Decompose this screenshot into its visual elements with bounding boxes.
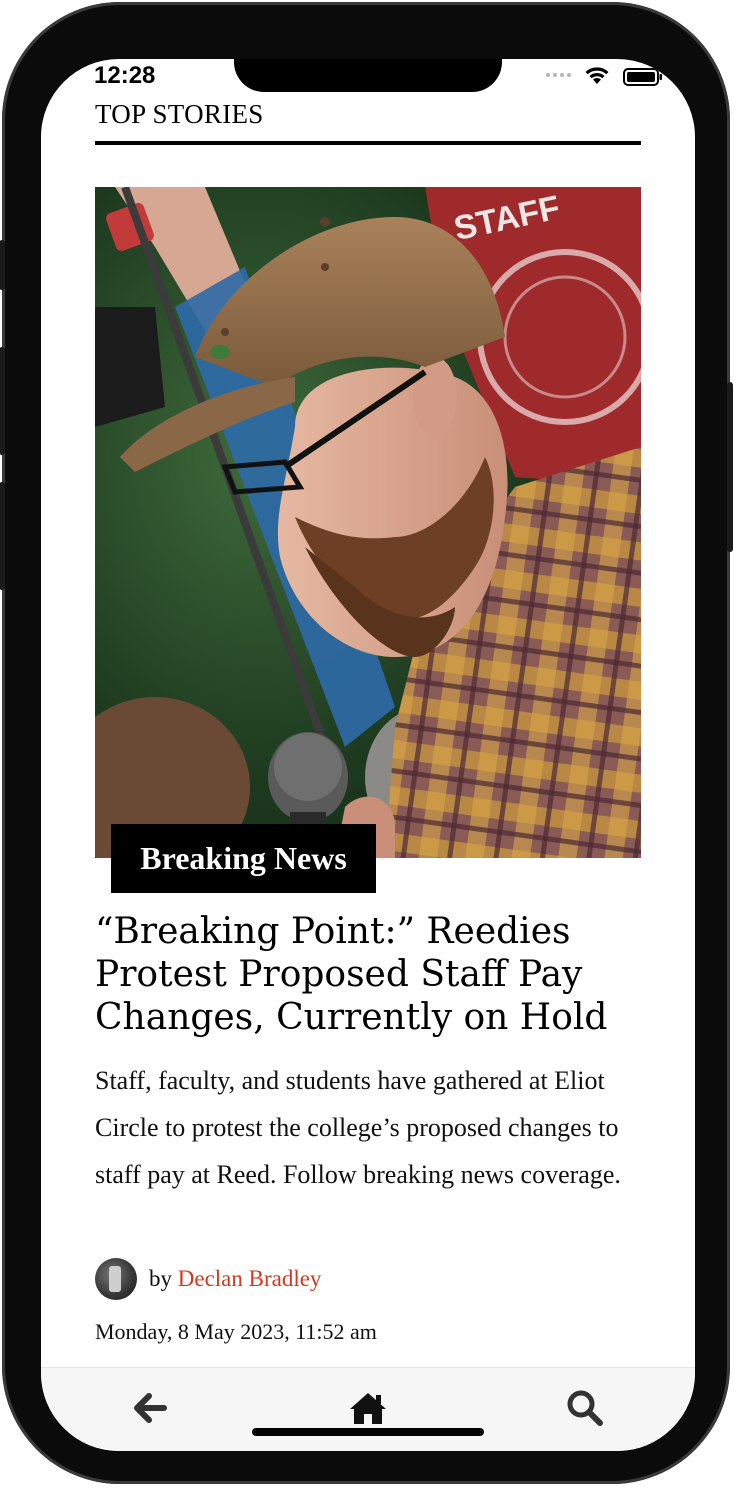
- home-indicator: [252, 1428, 484, 1436]
- home-button[interactable]: [348, 1388, 388, 1428]
- search-icon: [567, 1390, 603, 1426]
- phone-frame: 12:28 TOP STORIES STAFF Breaking News “B…: [0, 2, 733, 1484]
- publish-date: Monday, 8 May 2023, 11:52 am: [95, 1319, 377, 1344]
- volume-down-button: [0, 482, 5, 590]
- back-button[interactable]: [130, 1388, 170, 1428]
- status-time: 12:28: [94, 62, 156, 89]
- screen: 12:28 TOP STORIES STAFF Breaking News “B…: [41, 59, 695, 1451]
- section-divider: [95, 141, 641, 145]
- author-link[interactable]: Declan Bradley: [178, 1266, 322, 1291]
- arrow-left-icon: [134, 1393, 167, 1423]
- battery-icon: [623, 68, 662, 86]
- notch: [234, 59, 502, 92]
- power-button: [727, 382, 733, 552]
- search-button[interactable]: [565, 1388, 605, 1428]
- breaking-news-badge: Breaking News: [111, 824, 376, 893]
- home-icon: [350, 1393, 386, 1424]
- byline: by Declan Bradley: [149, 1266, 321, 1292]
- byline-prefix: by: [149, 1266, 172, 1291]
- volume-up-button: [0, 347, 5, 455]
- author-row: by Declan Bradley: [95, 1258, 321, 1300]
- author-avatar[interactable]: [95, 1258, 137, 1300]
- protest-photo: STAFF: [95, 187, 641, 858]
- cellular-signal-icon: [546, 73, 571, 77]
- article-summary: Staff, faculty, and students have gather…: [95, 1066, 621, 1189]
- hero-image[interactable]: STAFF: [95, 187, 641, 858]
- article-headline[interactable]: “Breaking Point:” Reedies Protest Propos…: [95, 910, 655, 1039]
- section-title: TOP STORIES: [95, 99, 264, 129]
- mute-switch: [0, 240, 5, 290]
- wifi-icon: [585, 67, 609, 84]
- bottom-tab-bar: [41, 1367, 695, 1451]
